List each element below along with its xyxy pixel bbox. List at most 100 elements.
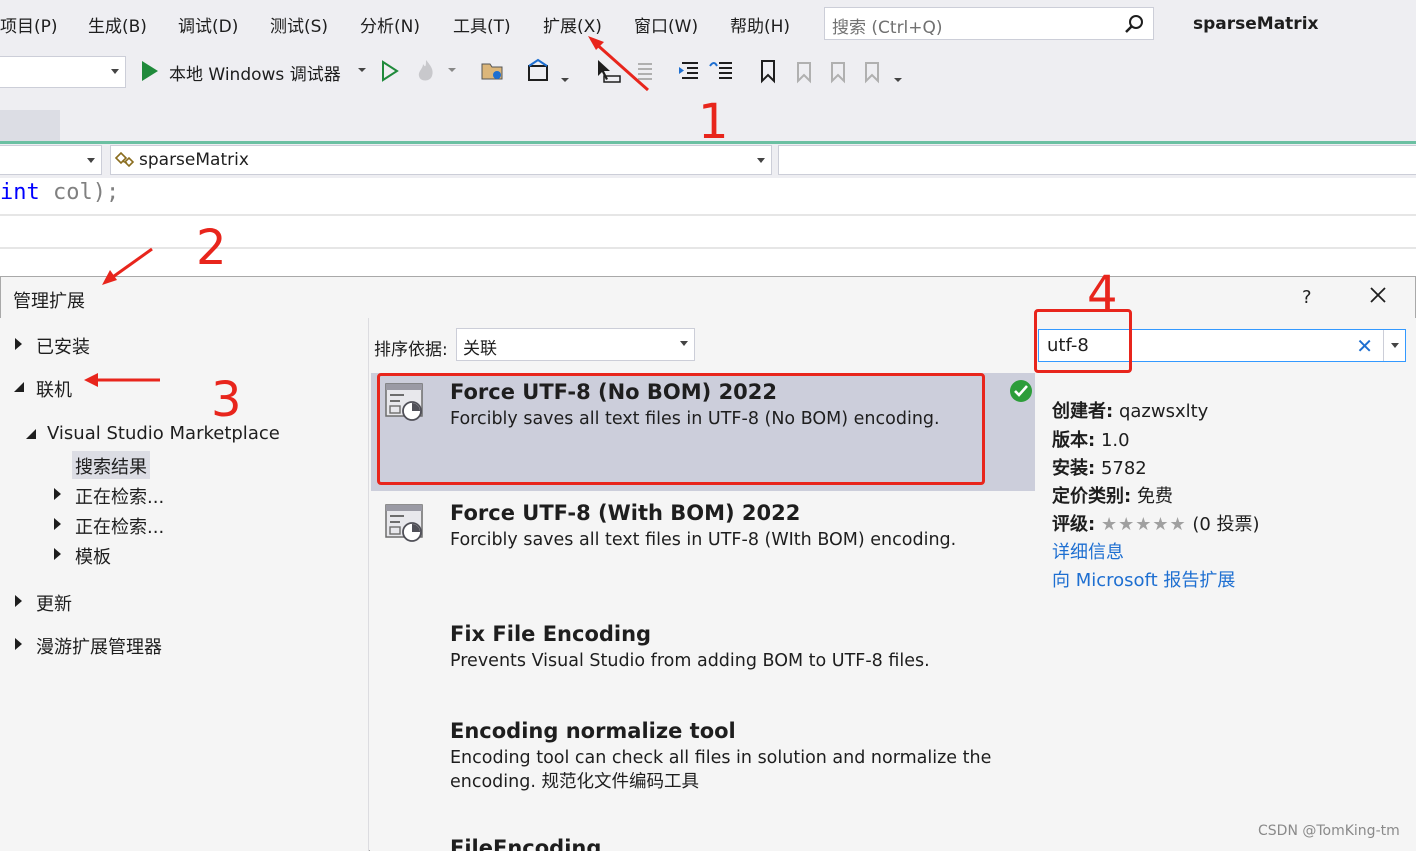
tree-item-search-results[interactable]: 搜索结果 bbox=[75, 453, 147, 479]
annotation-number: 3 bbox=[211, 372, 242, 428]
configuration-combo[interactable] bbox=[0, 56, 126, 88]
detail-creator-key: 创建者: bbox=[1052, 401, 1114, 422]
tree-item-installed[interactable]: 已安装 bbox=[36, 333, 90, 359]
menu-test[interactable]: 测试(S) bbox=[270, 12, 328, 37]
debug-target-button[interactable]: 本地 Windows 调试器 bbox=[169, 60, 341, 85]
detail-installs: 安装: 5782 bbox=[1052, 454, 1147, 480]
rating-stars-icon: ★★★★★ bbox=[1100, 514, 1187, 535]
menu-help[interactable]: 帮助(H) bbox=[730, 12, 790, 37]
indent-icon[interactable] bbox=[676, 58, 702, 84]
extension-title[interactable]: Encoding normalize tool bbox=[450, 719, 736, 743]
extension-title[interactable]: FileEncoding bbox=[450, 836, 601, 851]
detail-installs-value: 5782 bbox=[1100, 458, 1147, 479]
hot-reload-icon[interactable] bbox=[414, 58, 438, 84]
extension-icon bbox=[385, 504, 423, 542]
extension-title[interactable]: Force UTF-8 (With BOM) 2022 bbox=[450, 501, 800, 525]
expand-arrow-icon[interactable] bbox=[54, 488, 61, 500]
chevron-down-icon bbox=[87, 158, 95, 163]
detail-pricing-key: 定价类别: bbox=[1052, 486, 1132, 507]
chevron-down-icon[interactable] bbox=[893, 76, 903, 84]
chevron-down-icon bbox=[1391, 343, 1399, 348]
next-bookmark-icon[interactable] bbox=[825, 58, 849, 84]
detail-version: 版本: 1.0 bbox=[1052, 426, 1130, 452]
code-text: col); bbox=[39, 180, 120, 205]
project-scope-combo[interactable] bbox=[0, 145, 102, 175]
extension-description: Encoding tool can check all files in sol… bbox=[450, 748, 992, 792]
close-icon[interactable] bbox=[1366, 283, 1390, 307]
expand-arrow-icon[interactable] bbox=[54, 548, 61, 560]
detail-installs-key: 安装: bbox=[1052, 458, 1096, 479]
menu-project[interactable]: 项目(P) bbox=[0, 12, 58, 37]
chevron-down-icon[interactable] bbox=[357, 66, 367, 74]
search-history-dropdown[interactable] bbox=[1383, 330, 1405, 361]
menu-window[interactable]: 窗口(W) bbox=[634, 12, 698, 37]
start-debug-icon[interactable] bbox=[142, 61, 158, 81]
expand-arrow-icon[interactable] bbox=[54, 518, 61, 530]
tree-item-marketplace[interactable]: Visual Studio Marketplace bbox=[47, 423, 280, 444]
open-folder-icon[interactable] bbox=[480, 58, 506, 84]
detail-creator-value: qazwsxlty bbox=[1118, 401, 1209, 422]
solution-name: sparseMatrix bbox=[1193, 14, 1319, 34]
tree-item-templates[interactable]: 模板 bbox=[75, 543, 111, 569]
quick-search-input[interactable]: 搜索 (Ctrl+Q) bbox=[824, 7, 1154, 40]
detail-creator: 创建者: qazwsxlty bbox=[1052, 397, 1208, 423]
menu-build[interactable]: 生成(B) bbox=[88, 12, 147, 37]
collapse-arrow-icon[interactable] bbox=[13, 381, 25, 393]
tree-item-online[interactable]: 联机 bbox=[36, 376, 72, 402]
clear-search-icon[interactable]: ✕ bbox=[1356, 334, 1373, 358]
extension-title[interactable]: Fix File Encoding bbox=[450, 622, 651, 646]
document-tab[interactable] bbox=[0, 110, 60, 142]
chevron-down-icon bbox=[111, 69, 119, 74]
member-name: sparseMatrix bbox=[139, 150, 249, 170]
annotation-highlight-box bbox=[377, 373, 985, 485]
sort-value: 关联 bbox=[463, 339, 497, 359]
function-combo[interactable] bbox=[778, 145, 1416, 175]
expand-arrow-icon[interactable] bbox=[15, 338, 22, 350]
menu-extensions[interactable]: 扩展(X) bbox=[543, 12, 602, 37]
tree-item-updates[interactable]: 更新 bbox=[36, 590, 72, 616]
help-button[interactable]: ? bbox=[1302, 287, 1312, 308]
extension-description: Forcibly saves all text files in UTF-8 (… bbox=[450, 530, 957, 550]
detail-rating: 评级: ★★★★★ (0 投票) bbox=[1052, 510, 1260, 536]
step-pointer-icon[interactable] bbox=[590, 56, 624, 86]
expand-arrow-icon[interactable] bbox=[15, 595, 22, 607]
detail-version-value: 1.0 bbox=[1100, 430, 1130, 451]
bookmark-icon[interactable] bbox=[757, 58, 779, 84]
quick-search-placeholder: 搜索 (Ctrl+Q) bbox=[832, 18, 943, 38]
installed-check-icon bbox=[1010, 380, 1032, 402]
extension-description: Prevents Visual Studio from adding BOM t… bbox=[450, 651, 930, 671]
comment-out-icon[interactable] bbox=[630, 58, 656, 84]
tree-item-searching[interactable]: 正在检索... bbox=[75, 513, 164, 539]
more-info-link[interactable]: 详细信息 bbox=[1052, 538, 1124, 564]
code-line: int col); bbox=[0, 180, 119, 205]
dialog-title: 管理扩展 bbox=[13, 291, 85, 312]
detail-rating-votes: (0 投票) bbox=[1192, 514, 1260, 535]
start-without-debug-icon[interactable] bbox=[380, 60, 400, 82]
code-line-divider bbox=[0, 214, 1416, 216]
prev-bookmark-icon[interactable] bbox=[791, 58, 815, 84]
chevron-down-icon bbox=[680, 341, 688, 346]
list-item-clip: FileEncoding bbox=[450, 836, 1010, 851]
outdent-icon[interactable] bbox=[708, 58, 734, 84]
tree-item-searching[interactable]: 正在检索... bbox=[75, 483, 164, 509]
detail-version-key: 版本: bbox=[1052, 430, 1096, 451]
annotation-highlight-box bbox=[1034, 309, 1132, 373]
sort-by-combo[interactable]: 关联 bbox=[456, 328, 695, 361]
menu-debug[interactable]: 调试(D) bbox=[178, 12, 238, 37]
chevron-down-icon[interactable] bbox=[447, 66, 457, 74]
window-layout-icon[interactable] bbox=[526, 58, 552, 84]
chevron-down-icon bbox=[757, 158, 765, 163]
collapse-arrow-icon[interactable] bbox=[25, 428, 37, 440]
menu-tools[interactable]: 工具(T) bbox=[453, 12, 511, 37]
search-icon bbox=[1125, 15, 1143, 33]
expand-arrow-icon[interactable] bbox=[15, 638, 22, 650]
pane-divider bbox=[368, 318, 369, 851]
menu-analyze[interactable]: 分析(N) bbox=[360, 12, 420, 37]
detail-pricing: 定价类别: 免费 bbox=[1052, 482, 1173, 508]
report-extension-link[interactable]: 向 Microsoft 报告扩展 bbox=[1052, 566, 1235, 592]
clear-bookmarks-icon[interactable] bbox=[859, 58, 883, 84]
chevron-down-icon[interactable] bbox=[560, 76, 570, 84]
member-combo[interactable]: sparseMatrix bbox=[110, 145, 772, 175]
sort-label: 排序依据: bbox=[374, 340, 448, 360]
tree-item-roaming[interactable]: 漫游扩展管理器 bbox=[36, 633, 162, 659]
